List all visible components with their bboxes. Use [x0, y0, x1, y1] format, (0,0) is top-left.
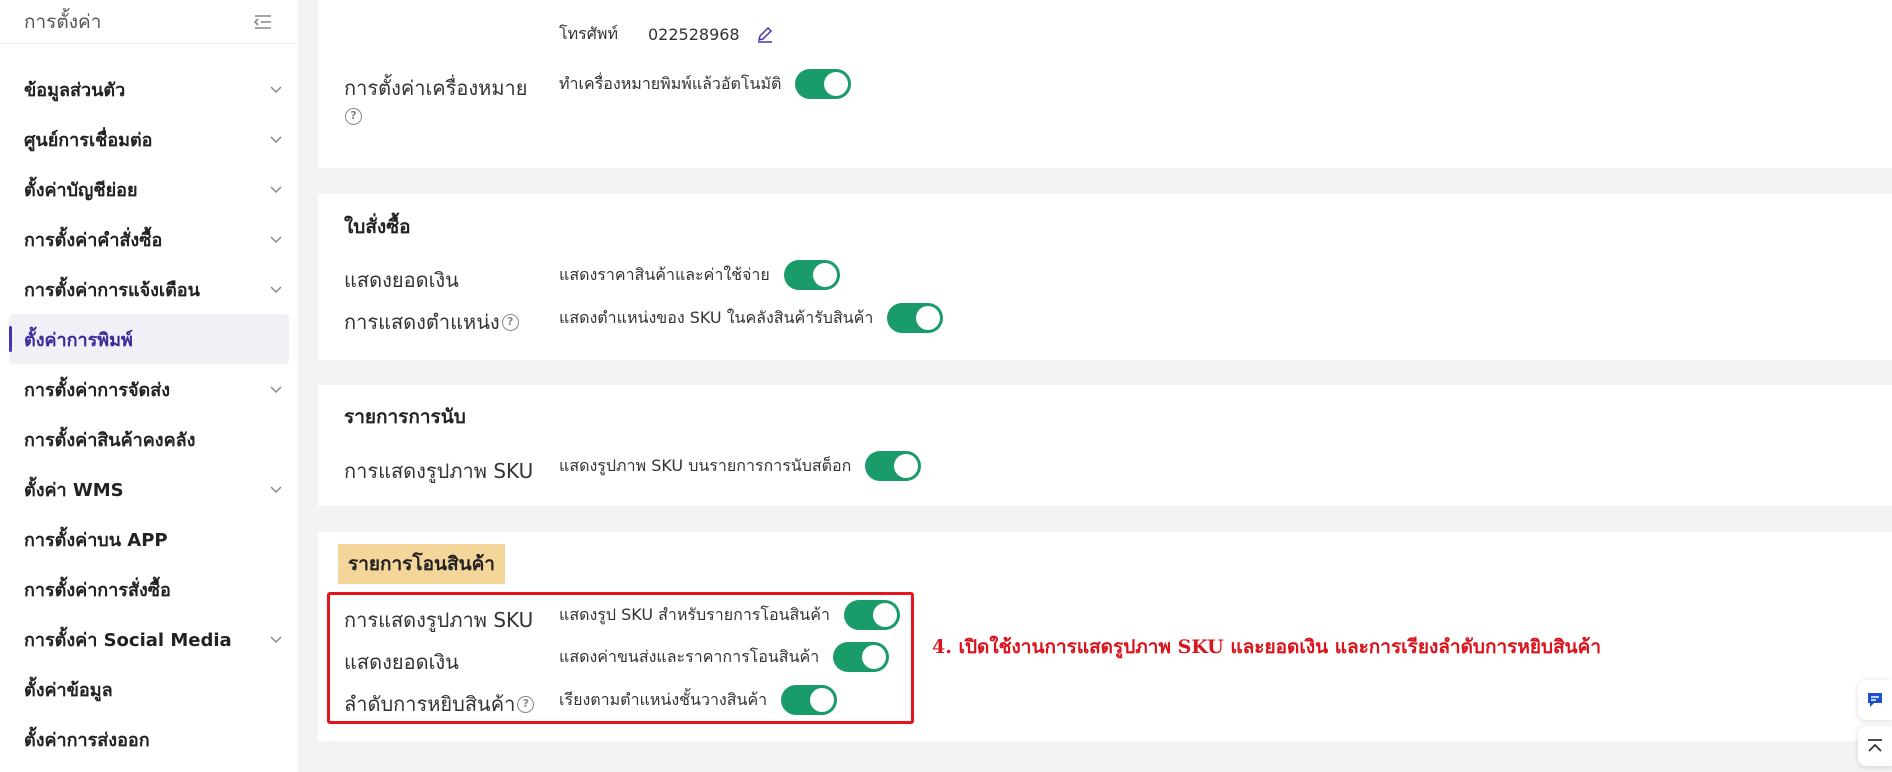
- sidebar-item-label: การตั้งค่าคำสั่งซื้อ: [24, 229, 163, 251]
- chevron-down-icon: [270, 136, 282, 144]
- sidebar-item[interactable]: การตั้งค่าคำสั่งซื้อ: [0, 214, 298, 264]
- sidebar-item-label: ข้อมูลส่วนตัว: [24, 79, 126, 101]
- sidebar-item-label: การตั้งค่าสินค้าคงคลัง: [24, 429, 196, 451]
- annotation-text: 4. เปิดใช้งานการแสดรูปภาพ SKU และยอดเงิน…: [932, 636, 1602, 658]
- collapse-menu-icon[interactable]: [252, 11, 274, 33]
- show-amount-row: แสดงราคาสินค้าและค่าใช้จ่าย: [559, 260, 840, 290]
- sidebar-item-label: ตั้งค่าบัญชีย่อย: [24, 179, 138, 201]
- sidebar-item[interactable]: การตั้งค่า Social Media: [0, 614, 298, 664]
- sidebar-item-label: การตั้งค่าการจัดส่ง: [24, 379, 170, 401]
- chevron-down-icon: [270, 236, 282, 244]
- sku-image-text: แสดงรูปภาพ SKU บนรายการการนับสต็อก: [559, 455, 852, 475]
- settings-sidebar: การตั้งค่า ข้อมูลส่วนตัวศูนย์การเชื่อมต่…: [0, 0, 298, 772]
- chevron-down-icon: [270, 86, 282, 94]
- printer-mark-row: ทำเครื่องหมายพิมพ์แล้วอัตโนมัติ: [559, 69, 852, 99]
- chat-icon: [1868, 693, 1882, 707]
- sidebar-item-label: การตั้งค่าบน APP: [24, 529, 168, 551]
- stock-count-card: รายการการนับ การแสดงรูปภาพ SKU แสดงรูปภา…: [318, 385, 1892, 506]
- sidebar-title: การตั้งค่า: [24, 10, 102, 33]
- annotation-highlight-box: [327, 592, 914, 724]
- show-amount-text: แสดงราคาสินค้าและค่าใช้จ่าย: [559, 264, 770, 284]
- location-display-row: แสดงตำแหน่งของ SKU ในคลังสินค้ารับสินค้า: [559, 303, 944, 333]
- edit-icon[interactable]: [756, 26, 774, 44]
- chevron-down-icon: [270, 286, 282, 294]
- purchase-order-card: ใบสั่งซื้อ แสดงยอดเงิน แสดงราคาสินค้าและ…: [318, 194, 1892, 360]
- print-settings-card: โทรศัพท์ 022528968 การตั้งค่าเครื่องหมาย…: [318, 0, 1892, 168]
- location-display-text: แสดงตำแหน่งของ SKU ในคลังสินค้ารับสินค้า: [559, 307, 874, 327]
- sidebar-item-label: การตั้งค่าการสั่งซื้อ: [24, 579, 171, 601]
- sku-image-toggle[interactable]: [865, 451, 922, 481]
- chevron-down-icon: [270, 186, 282, 194]
- phone-label: โทรศัพท์: [559, 24, 618, 43]
- chevron-down-icon: [270, 636, 282, 644]
- auto-mark-toggle[interactable]: [795, 69, 852, 99]
- sidebar-item-label: การตั้งค่า Social Media: [24, 629, 232, 651]
- location-display-label-wrap: การแสดงตำแหน่ง ?: [344, 306, 519, 338]
- sku-image-label: การแสดงรูปภาพ SKU: [344, 459, 534, 483]
- sidebar-item[interactable]: ศูนย์การเชื่อมต่อ: [0, 114, 298, 164]
- sidebar-header: การตั้งค่า: [0, 0, 298, 44]
- sidebar-item[interactable]: ตั้งค่า WMS: [0, 464, 298, 514]
- chat-button[interactable]: [1858, 680, 1892, 720]
- sidebar-item[interactable]: ตั้งค่าข้อมูล: [0, 664, 298, 714]
- printer-mark-label: การตั้งค่าเครื่องหมาย: [344, 76, 528, 100]
- sidebar-item-label: ตั้งค่า WMS: [24, 479, 124, 501]
- chevron-down-icon: [270, 486, 282, 494]
- back-to-top-icon: [1868, 739, 1882, 752]
- sidebar-item[interactable]: ตั้งค่าการส่งออก: [0, 714, 298, 764]
- sku-image-row: แสดงรูปภาพ SKU บนรายการการนับสต็อก: [559, 451, 922, 481]
- sidebar-item[interactable]: การตั้งค่าสินค้าคงคลัง: [0, 414, 298, 464]
- help-icon[interactable]: ?: [501, 313, 519, 331]
- sidebar-item[interactable]: ตั้งค่าการพิมพ์: [9, 314, 289, 364]
- phone-row: โทรศัพท์ 022528968: [559, 22, 774, 47]
- help-icon[interactable]: ?: [345, 108, 362, 125]
- chevron-down-icon: [270, 386, 282, 394]
- sidebar-item-label: ตั้งค่าการพิมพ์: [24, 329, 133, 351]
- sidebar-item-label: ตั้งค่าการส่งออก: [24, 729, 150, 751]
- printer-mark-text: ทำเครื่องหมายพิมพ์แล้วอัตโนมัติ: [559, 73, 782, 93]
- show-amount-toggle[interactable]: [783, 260, 840, 290]
- sidebar-item[interactable]: การตั้งค่าการสั่งซื้อ: [0, 564, 298, 614]
- sidebar-item-label: การตั้งค่าการแจ้งเตือน: [24, 279, 200, 301]
- location-display-toggle[interactable]: [887, 303, 944, 333]
- back-to-top-button[interactable]: [1858, 726, 1892, 766]
- sidebar-item[interactable]: การตั้งค่าบน APP: [0, 514, 298, 564]
- sidebar-menu: ข้อมูลส่วนตัวศูนย์การเชื่อมต่อตั้งค่าบัญ…: [0, 44, 298, 764]
- location-display-label: การแสดงตำแหน่ง: [344, 310, 500, 334]
- sidebar-item[interactable]: ข้อมูลส่วนตัว: [0, 64, 298, 114]
- purchase-order-title: ใบสั่งซื้อ: [344, 216, 411, 238]
- sidebar-item-label: ศูนย์การเชื่อมต่อ: [24, 129, 153, 151]
- sidebar-item[interactable]: การตั้งค่าการจัดส่ง: [0, 364, 298, 414]
- sidebar-item-label: ตั้งค่าข้อมูล: [24, 679, 113, 701]
- stock-count-title: รายการการนับ: [344, 406, 466, 428]
- phone-value: 022528968: [647, 25, 740, 44]
- transfer-list-title: รายการโอนสินค้า: [338, 544, 505, 584]
- show-amount-label: แสดงยอดเงิน: [344, 268, 459, 292]
- sidebar-item[interactable]: การตั้งค่าการแจ้งเตือน: [0, 264, 298, 314]
- sidebar-item[interactable]: ตั้งค่าบัญชีย่อย: [0, 164, 298, 214]
